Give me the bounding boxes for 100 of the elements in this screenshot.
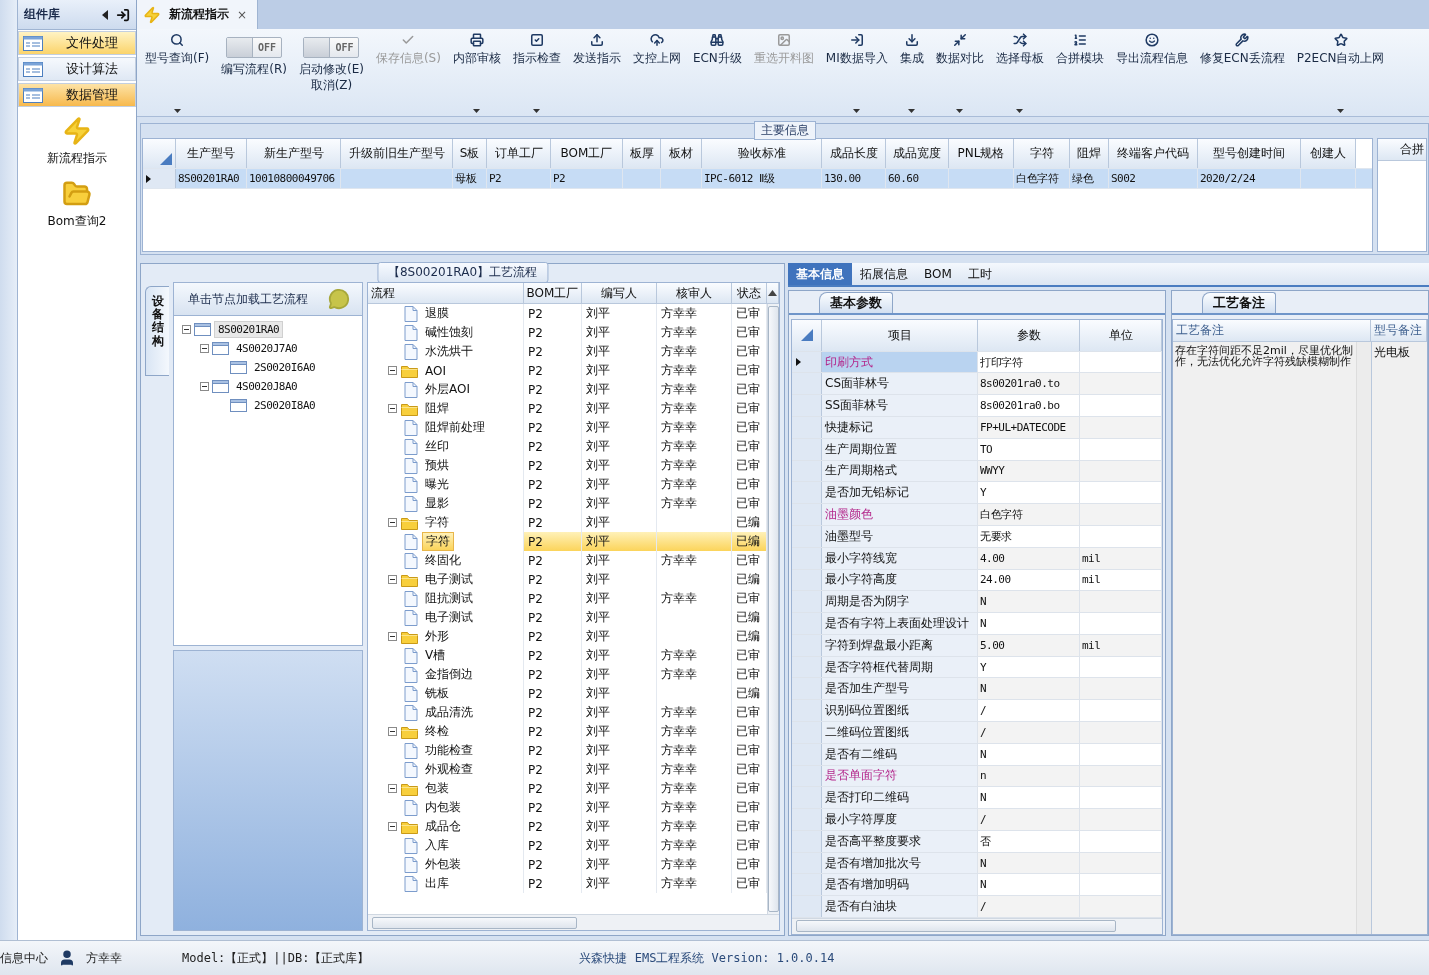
column-header[interactable]: 新生产型号 [247, 139, 341, 168]
table-cell[interactable]: 是否打印二维码 [822, 787, 978, 809]
column-header[interactable]: 参数 [978, 320, 1080, 351]
collapse-icon[interactable] [388, 575, 397, 584]
process-step[interactable]: 预烘 [422, 457, 452, 474]
collapse-icon[interactable] [200, 382, 209, 391]
table-cell[interactable]: CS面菲林号 [822, 373, 978, 395]
tab[interactable]: 工时 [959, 263, 1000, 285]
process-step[interactable]: 外包装 [422, 856, 464, 873]
table-cell[interactable]: 油墨颜色 [822, 504, 978, 525]
collapse-icon[interactable] [388, 366, 397, 375]
process-step[interactable]: 退膜 [422, 305, 452, 322]
tree-item[interactable]: 2S0020I8A0 [250, 397, 320, 414]
process-step[interactable]: 终固化 [422, 552, 464, 569]
launcher-label[interactable]: 新流程指示 [47, 150, 107, 167]
process-step[interactable]: 碱性蚀刻 [422, 324, 476, 341]
collapse-icon[interactable] [388, 822, 397, 831]
column-header[interactable]: 型号创建时间 [1198, 139, 1301, 168]
column-header[interactable]: 订单工厂 [487, 139, 551, 168]
close-icon[interactable]: × [237, 7, 248, 22]
process-step[interactable]: 金指倒边 [422, 666, 476, 683]
table-cell[interactable]: 是否加无铅标记 [822, 482, 978, 504]
table-cell[interactable]: 是否有白油块 [822, 896, 978, 917]
process-step[interactable]: 功能检查 [422, 742, 476, 759]
tab[interactable]: 基本参数 [819, 292, 893, 313]
process-step[interactable]: 阻焊前处理 [422, 419, 488, 436]
nav-item[interactable]: 设计算法 [18, 57, 136, 81]
column-header[interactable]: S板 [453, 139, 487, 168]
horizontal-scrollbar[interactable] [368, 914, 779, 930]
table-cell[interactable]: 生产周期格式 [822, 460, 978, 482]
process-step[interactable]: 阻焊 [422, 400, 452, 417]
nav-item[interactable]: 数据管理 [18, 83, 136, 107]
toolbar-button[interactable]: ECN升级 [686, 29, 748, 116]
tree-item[interactable]: 2S0020I6A0 [250, 359, 320, 376]
row-header[interactable] [143, 169, 176, 188]
table-cell[interactable]: 是否有增加明码 [822, 874, 978, 896]
process-step[interactable]: 入库 [422, 837, 452, 854]
process-step[interactable]: 电子测试 [422, 571, 476, 588]
tree-item[interactable]: 8S00201RA0 [214, 321, 284, 338]
table-cell[interactable]: 是否单面字符 [822, 765, 978, 787]
column-header[interactable]: 合拼 [1378, 139, 1426, 161]
table-cell[interactable]: 是否有字符上表面处理设计 [822, 613, 978, 634]
horizontal-scrollbar[interactable] [792, 918, 1162, 934]
column-header[interactable]: 核审人 [657, 283, 732, 304]
collapse-icon[interactable] [388, 784, 397, 793]
column-header[interactable]: 单位 [1080, 320, 1162, 351]
column-header[interactable]: PNL规格 [949, 139, 1014, 168]
toggle-button[interactable]: OFF 编写流程(R) [215, 29, 293, 116]
process-step[interactable]: 外观检查 [422, 761, 476, 778]
process-step[interactable]: 出库 [422, 875, 452, 892]
column-header[interactable]: 板厚 [623, 139, 661, 168]
collapse-icon[interactable] [182, 325, 191, 334]
toolbar-button[interactable]: 导出流程信息 [1109, 29, 1194, 116]
process-step[interactable]: 成品清洗 [422, 704, 476, 721]
tab[interactable]: 基本信息 [788, 263, 852, 285]
process-step[interactable]: AOI [422, 363, 449, 378]
table-cell[interactable]: 是否有增加批次号 [822, 852, 978, 874]
process-step[interactable]: 内包装 [422, 799, 464, 816]
process-step[interactable]: 曝光 [422, 476, 452, 493]
column-header[interactable]: 验收标准 [702, 139, 822, 168]
table-cell[interactable]: 是否有二维码 [822, 743, 978, 765]
toolbar-button[interactable]: 数据对比 [929, 29, 990, 116]
process-step[interactable]: 成品仓 [422, 818, 464, 835]
table-cell[interactable]: 油墨型号 [822, 525, 978, 547]
process-step[interactable]: 字符 [422, 514, 452, 531]
column-header[interactable]: BOM工厂 [524, 283, 582, 304]
process-step[interactable]: 丝印 [422, 438, 452, 455]
dock-icon[interactable] [116, 7, 130, 22]
collapse-icon[interactable] [388, 518, 397, 527]
toolbar-button[interactable]: 文控上网 [626, 29, 687, 116]
process-step[interactable]: 包装 [422, 780, 452, 797]
tree-item[interactable]: 4S0020J8A0 [232, 378, 302, 395]
vertical-scrollbar[interactable] [1356, 342, 1371, 934]
toolbar-button[interactable]: 合拼模块 [1049, 29, 1110, 116]
table-cell[interactable]: 是否高平整度要求 [822, 830, 978, 852]
process-step[interactable]: 铣板 [422, 685, 452, 702]
toolbar-button[interactable]: 修复ECN丢流程 [1193, 29, 1291, 116]
column-header[interactable]: 生产型号 [176, 139, 247, 168]
column-header[interactable]: 工艺备注 [1173, 320, 1371, 342]
document-tab[interactable]: 新流程指示 × [137, 0, 259, 29]
process-step[interactable]: 水洗烘干 [422, 343, 476, 360]
table-cell[interactable]: 印刷方式 [822, 351, 978, 373]
column-header[interactable]: 编写人 [582, 283, 657, 304]
collapse-icon[interactable] [388, 727, 397, 736]
collapse-icon[interactable] [200, 344, 209, 353]
tree-item[interactable]: 4S0020J7A0 [232, 340, 302, 357]
process-step[interactable]: 阻抗测试 [422, 590, 476, 607]
collapse-icon[interactable] [388, 404, 397, 413]
toolbar-button[interactable]: P2ECN自动上网 [1290, 29, 1391, 116]
toolbar-button[interactable]: 发送指示 [566, 29, 627, 116]
table-cell[interactable]: 最小字符线宽 [822, 547, 978, 569]
process-step[interactable]: 终检 [422, 723, 452, 740]
table-cell[interactable]: 周期是否为阴字 [822, 591, 978, 613]
tab[interactable]: 工艺备注 [1202, 292, 1276, 313]
vertical-scrollbar[interactable] [767, 304, 779, 914]
row-header[interactable] [792, 351, 822, 373]
process-step[interactable]: 电子测试 [422, 609, 476, 626]
tab[interactable]: BOM [916, 263, 960, 285]
column-header[interactable]: 字符 [1014, 139, 1070, 168]
tab[interactable]: 拓展信息 [852, 263, 916, 285]
